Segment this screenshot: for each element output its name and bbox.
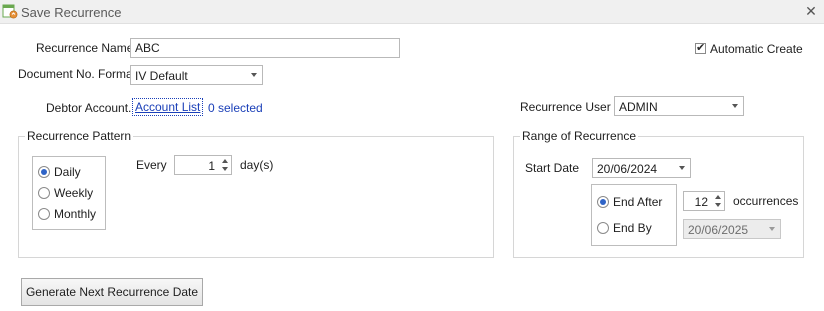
automatic-create-label: Automatic Create: [710, 42, 803, 56]
range-of-recurrence-title: Range of Recurrence: [520, 129, 639, 143]
radio-icon: [38, 208, 50, 220]
end-after-label: End After: [613, 195, 663, 209]
chevron-down-icon: [679, 166, 685, 170]
start-date-picker[interactable]: 20/06/2024: [592, 158, 691, 178]
radio-icon: [597, 196, 609, 208]
every-value: 1: [208, 159, 215, 173]
end-by-label: End By: [613, 221, 652, 235]
chevron-down-icon: [732, 104, 738, 108]
selected-count: 0 selected: [208, 101, 263, 115]
end-by-date-picker[interactable]: 20/06/2025: [683, 219, 781, 239]
every-label: Every: [136, 158, 167, 172]
radio-end-by[interactable]: End By: [597, 221, 673, 237]
radio-icon: [38, 187, 50, 199]
start-date-value: 20/06/2024: [597, 162, 658, 176]
radio-monthly[interactable]: Monthly: [38, 207, 98, 223]
occurrences-stepper[interactable]: 12: [683, 191, 725, 211]
every-unit-label: day(s): [240, 158, 274, 172]
doc-format-select[interactable]: IV Default: [130, 65, 263, 85]
recurrence-user-select[interactable]: ADMIN: [614, 96, 744, 116]
radio-monthly-label: Monthly: [54, 207, 97, 221]
recurrence-user-value: ADMIN: [619, 100, 658, 114]
chevron-up-icon[interactable]: [715, 195, 721, 199]
doc-format-label: Document No. Format: [18, 67, 137, 81]
doc-format-value: IV Default: [135, 69, 188, 83]
radio-daily-label: Daily: [54, 165, 81, 179]
start-date-label: Start Date: [525, 161, 580, 175]
chevron-down-icon: [769, 227, 775, 231]
every-stepper[interactable]: 1: [174, 155, 232, 175]
radio-icon: [38, 166, 50, 178]
end-by-date-value: 20/06/2025: [688, 223, 749, 237]
recurrence-app-icon: [2, 4, 18, 19]
radio-weekly-label: Weekly: [54, 186, 94, 200]
close-icon[interactable]: ✕: [804, 2, 818, 20]
chevron-up-icon[interactable]: [222, 159, 228, 163]
window-title: Save Recurrence: [21, 5, 122, 20]
occurrences-value: 12: [694, 195, 708, 209]
radio-daily[interactable]: Daily: [38, 165, 98, 181]
window-titlebar: Save Recurrence ✕: [0, 0, 824, 24]
automatic-create-checkbox[interactable]: ✔: [695, 42, 706, 54]
recurrence-name-label: Recurrence Name: [36, 41, 134, 55]
recurrence-pattern-title: Recurrence Pattern: [25, 129, 134, 143]
radio-end-after[interactable]: End After: [597, 195, 673, 211]
radio-icon: [597, 222, 609, 234]
debtor-account-label: Debtor Account.: [46, 101, 132, 115]
account-list-link[interactable]: Account List: [132, 98, 204, 116]
generate-next-recurrence-date-button[interactable]: Generate Next Recurrence Date: [21, 278, 203, 306]
radio-weekly[interactable]: Weekly: [38, 186, 98, 202]
occurrences-label: occurrences: [733, 194, 799, 208]
chevron-down-icon: [251, 73, 257, 77]
chevron-down-icon[interactable]: [715, 203, 721, 207]
chevron-down-icon[interactable]: [222, 167, 228, 171]
recurrence-name-input[interactable]: ABC: [130, 38, 400, 58]
checkmark-icon: ✔: [696, 42, 706, 54]
recurrence-user-label: Recurrence User: [520, 100, 611, 114]
